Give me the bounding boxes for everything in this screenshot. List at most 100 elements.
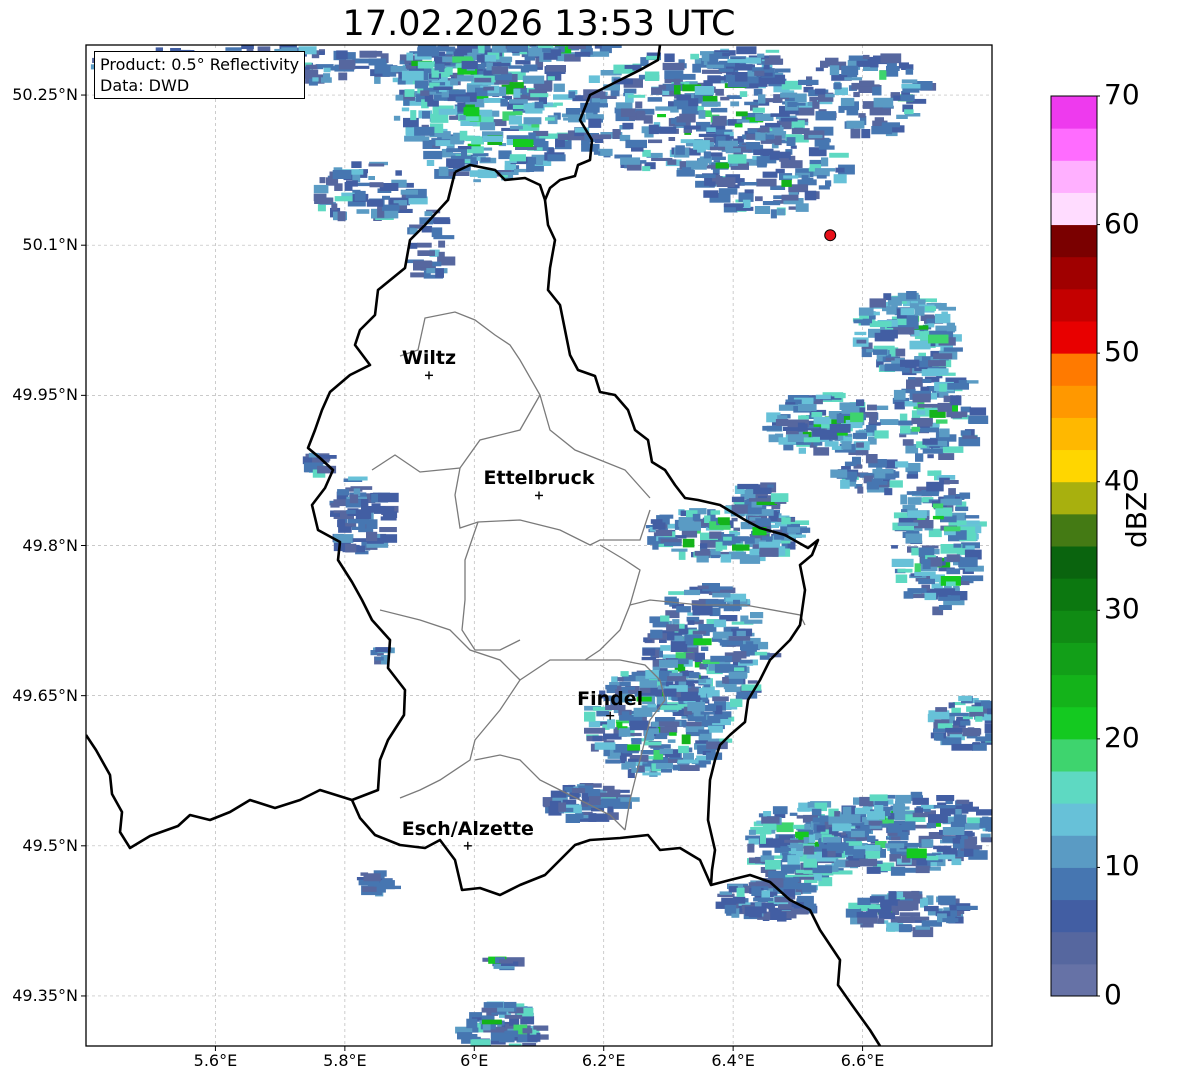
echo-cell <box>336 50 348 60</box>
echo-cell <box>680 765 700 771</box>
echo-cell <box>846 109 859 116</box>
echo-cell <box>987 708 992 715</box>
echo-cell <box>338 72 348 81</box>
echo-cell <box>333 534 354 543</box>
echo-cell <box>734 123 743 128</box>
product-info-box: Product: 0.5° Reflectivity Data: DWD <box>94 51 306 99</box>
echo-cell <box>774 68 791 73</box>
colorbar-segment <box>1051 513 1097 547</box>
echo-cell <box>936 795 955 802</box>
echo-cell <box>770 113 790 117</box>
echo-cell <box>698 158 708 166</box>
echo-cell <box>401 70 424 81</box>
echo-cell <box>765 859 781 870</box>
echo-cell <box>933 353 953 360</box>
echo-cell <box>652 541 659 550</box>
echo-cell <box>969 407 987 416</box>
colorbar-segment <box>1051 771 1097 804</box>
echo-cell <box>844 77 863 81</box>
echo-cell <box>607 789 621 794</box>
echo-cell <box>736 46 757 55</box>
echo-cell <box>745 641 754 649</box>
echo-cell <box>927 470 939 476</box>
echo-cell <box>583 30 604 34</box>
echo-cell <box>363 873 381 882</box>
echo-cell <box>650 519 663 524</box>
echo-cell <box>893 389 906 400</box>
echo-cell <box>664 542 682 547</box>
echo-cell <box>770 493 789 502</box>
echo-cell <box>786 137 796 146</box>
echo-cell <box>709 521 717 530</box>
echo-cell <box>870 58 879 68</box>
echo-cell <box>591 98 601 103</box>
echo-cell <box>935 507 953 517</box>
echo-cell <box>754 70 765 76</box>
echo-cell <box>834 392 846 399</box>
echo-cell <box>751 886 761 896</box>
echo-cell <box>659 514 674 519</box>
echo-cell <box>315 64 334 68</box>
echo-cell <box>761 816 780 824</box>
echo-cell <box>935 707 948 712</box>
echo-cell <box>338 59 356 70</box>
echo-cell <box>744 189 754 194</box>
echo-cell <box>707 725 723 733</box>
echo-cell <box>549 27 560 34</box>
echo-cell <box>891 836 901 841</box>
echo-cell <box>924 592 937 601</box>
echo-cell <box>520 65 530 73</box>
echo-cell <box>816 432 833 436</box>
echo-cell <box>933 805 956 809</box>
echo-cell <box>825 93 835 98</box>
echo-cell <box>730 698 743 707</box>
echo-cell <box>620 157 641 165</box>
echo-cell <box>779 158 789 162</box>
echo-cell <box>826 842 849 851</box>
echo-cell <box>330 502 340 508</box>
echo-cell <box>695 174 716 178</box>
echo-cell <box>466 1018 478 1029</box>
echo-cell <box>647 703 657 708</box>
echo-cell <box>700 711 715 715</box>
echo-cell <box>709 146 726 151</box>
echo-cell <box>911 426 920 432</box>
echo-cell <box>839 814 861 824</box>
lon-tick-label: 5.8°E <box>323 1051 367 1070</box>
echo-cell <box>783 880 798 890</box>
echo-cell <box>648 139 663 144</box>
echo-cell <box>891 558 914 567</box>
echo-cell <box>508 115 522 125</box>
echo-cell <box>897 916 913 923</box>
echo-cell <box>525 36 538 43</box>
lat-tick-label: 49.5°N <box>22 835 78 855</box>
echo-cell <box>856 339 867 344</box>
echo-cell <box>767 484 774 489</box>
echo-cell <box>967 832 975 837</box>
echo-cell <box>924 905 939 912</box>
echo-cell <box>433 86 453 90</box>
echo-cell <box>681 734 691 745</box>
echo-cell <box>692 630 707 635</box>
echo-cell <box>889 480 903 488</box>
echo-cell <box>519 32 534 35</box>
echo-cell <box>659 748 673 754</box>
echo-cell <box>906 842 922 847</box>
echo-cell <box>846 120 865 129</box>
echo-cell <box>724 905 737 914</box>
echo-cell <box>900 494 907 505</box>
echo-cell <box>813 441 823 446</box>
echo-cell <box>858 307 874 316</box>
echo-cell <box>459 115 466 121</box>
echo-cell <box>962 435 978 439</box>
echo-cell <box>732 544 750 551</box>
echo-cell <box>929 866 941 871</box>
echo-cell <box>804 190 817 201</box>
echo-cell <box>796 843 804 851</box>
echo-cell <box>474 77 492 83</box>
echo-cell <box>723 536 732 541</box>
echo-cell <box>546 65 566 73</box>
echo-cell <box>748 498 771 502</box>
echo-cell <box>809 159 823 165</box>
echo-cell <box>895 574 908 583</box>
